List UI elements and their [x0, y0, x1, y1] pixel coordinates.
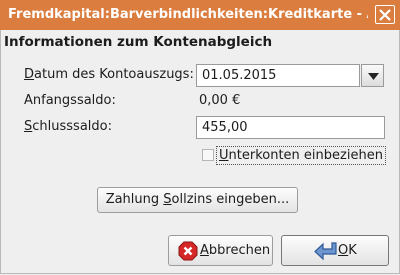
starting-balance-value: 0,00 €	[199, 93, 241, 108]
include-subaccounts-checkbox[interactable]	[202, 149, 214, 161]
section-heading: Informationen zum Kontenabgleich	[4, 34, 273, 50]
starting-balance-label: Anfangssaldo:	[24, 93, 116, 108]
enter-interest-payment-label-pre: Zahlung	[105, 192, 164, 207]
ok-mnemonic: O	[338, 243, 349, 258]
chevron-down-icon	[368, 73, 379, 80]
enter-interest-payment-mnemonic: S	[163, 192, 172, 207]
ok-label-rest: K	[348, 243, 357, 258]
statement-date-label-rest: atum des Kontoauszugs:	[34, 67, 194, 82]
close-button[interactable]	[375, 5, 395, 24]
ending-balance-label: Schlusssaldo:	[24, 119, 112, 134]
cancel-label-rest: bbrechen	[208, 243, 271, 258]
include-subaccounts-label[interactable]: Unterkonten einbeziehen	[216, 146, 386, 165]
statement-date-label: Datum des Kontoauszugs:	[24, 67, 194, 82]
close-icon	[379, 9, 391, 21]
include-subaccounts-mnemonic: U	[219, 148, 229, 163]
ending-balance-input[interactable]: 455,00	[196, 116, 385, 139]
enter-arrow-icon	[314, 242, 337, 261]
enter-interest-payment-label-post: ollzins eingeben...	[171, 192, 290, 207]
window-title: Fremdkapital:Barverbindlichkeiten:Kredit…	[8, 7, 368, 22]
cancel-button[interactable]: Abbrechen	[168, 235, 273, 266]
ok-button[interactable]: OK	[281, 235, 389, 266]
cancel-icon	[178, 241, 198, 261]
statement-date-label-mnemonic: D	[24, 67, 35, 82]
include-subaccounts-label-rest: nterkonten einbeziehen	[228, 148, 383, 163]
cancel-mnemonic: A	[200, 243, 209, 258]
statement-date-field[interactable]: 01.05.2015	[196, 64, 360, 87]
window-titlebar[interactable]: Fremdkapital:Barverbindlichkeiten:Kredit…	[0, 0, 400, 30]
ending-balance-label-rest: chlusssaldo:	[32, 119, 112, 134]
date-dropdown-button[interactable]	[361, 64, 384, 87]
enter-interest-payment-button[interactable]: Zahlung Sollzins eingeben...	[97, 187, 298, 213]
